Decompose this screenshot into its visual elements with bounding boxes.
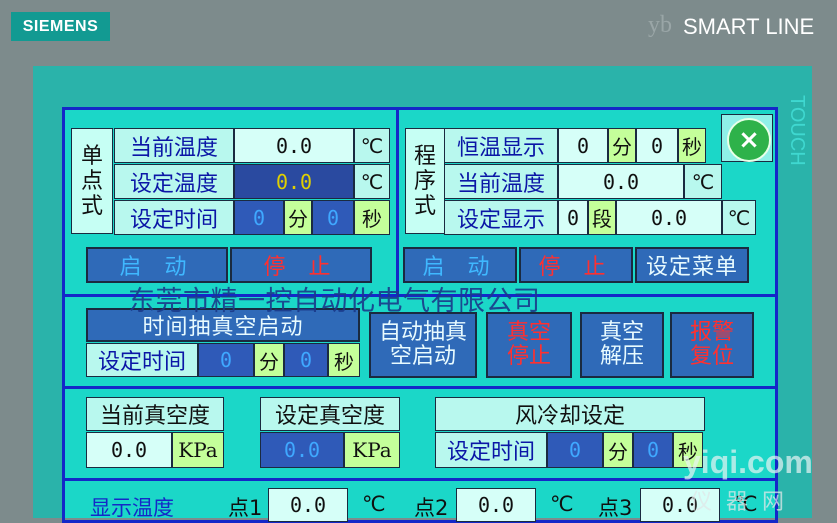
alarm-reset-button[interactable]: 报警 复位 (670, 312, 754, 378)
button-line: 真空 (599, 320, 644, 345)
segment-unit: 段 (588, 200, 616, 235)
second-unit: 秒 (354, 200, 390, 235)
settings-menu-button[interactable]: 设定菜单 (635, 247, 749, 283)
hold-min-value: 0 (558, 128, 608, 163)
vacuum-set-time-label: 设定时间 (86, 343, 198, 377)
set-temp-input[interactable]: 0.0 (234, 164, 354, 199)
smart-line-label: SMART LINE (683, 14, 815, 39)
point2-value: 0.0 (456, 488, 536, 522)
siemens-logo: SIEMENS (11, 12, 110, 41)
set-time-min-input[interactable]: 0 (234, 200, 284, 235)
hold-display-label: 恒温显示 (444, 128, 558, 163)
celsius-unit: ℃ (684, 164, 722, 199)
button-line: 空启动 (389, 344, 456, 369)
current-vacuum-label: 当前真空度 (86, 397, 224, 431)
button-line: 真空 (506, 320, 551, 345)
vacuum-sec-input[interactable]: 0 (284, 343, 328, 377)
program-current-temp-value: 0.0 (558, 164, 684, 199)
set-vacuum-input[interactable]: 0.0 (260, 432, 344, 468)
single-stop-button[interactable]: 停 止 (230, 247, 372, 283)
minute-unit: 分 (284, 200, 312, 235)
title-char: 点 (80, 168, 103, 194)
auto-vacuum-start-button[interactable]: 自动抽真 空启动 (369, 312, 477, 378)
celsius-unit: ℃ (362, 492, 386, 516)
single-mode-title: 单 点 式 (71, 128, 113, 234)
program-current-temp-label: 当前温度 (444, 164, 558, 199)
minute-unit: 分 (254, 343, 284, 377)
touch-label: TOUCH (786, 95, 808, 166)
set-vacuum-label: 设定真空度 (260, 397, 400, 431)
button-line: 解压 (599, 344, 644, 369)
celsius-unit: ℃ (354, 128, 390, 163)
watermark-site: yiqi.com (683, 444, 813, 480)
kpa-unit: KPa (172, 432, 224, 468)
button-line: 复位 (689, 344, 734, 369)
point1-value: 0.0 (268, 488, 348, 522)
corner-mark: yb (648, 12, 672, 38)
second-unit: 秒 (678, 128, 706, 163)
set-time-label: 设定时间 (114, 200, 234, 235)
hold-sec-value: 0 (636, 128, 678, 163)
air-cool-title: 风冷却设定 (435, 397, 705, 431)
single-start-button[interactable]: 启 动 (86, 247, 228, 283)
kpa-unit: KPa (344, 432, 400, 468)
title-char: 序 (413, 168, 436, 194)
minute-unit: 分 (608, 128, 636, 163)
button-line: 报警 (689, 320, 734, 345)
vacuum-min-input[interactable]: 0 (198, 343, 254, 377)
celsius-unit: ℃ (550, 492, 574, 516)
current-vacuum-value: 0.0 (86, 432, 172, 468)
program-start-button[interactable]: 启 动 (403, 247, 517, 283)
close-icon: × (727, 118, 771, 162)
minute-unit: 分 (603, 432, 633, 468)
vacuum-release-button[interactable]: 真空 解压 (580, 312, 664, 378)
current-temp-value: 0.0 (234, 128, 354, 163)
current-temp-label: 当前温度 (114, 128, 234, 163)
program-set-temp-value: 0.0 (616, 200, 722, 235)
second-unit: 秒 (328, 343, 360, 377)
button-line: 自动抽真 (378, 320, 467, 345)
program-stop-button[interactable]: 停 止 (519, 247, 633, 283)
title-char: 程 (413, 143, 436, 169)
close-button[interactable]: × (721, 114, 773, 162)
title-char: 式 (80, 193, 103, 219)
company-overlay-text: 东莞市精一控自动化电气有限公司 (128, 286, 541, 317)
air-cool-set-time-label: 设定时间 (435, 432, 547, 468)
title-char: 单 (80, 143, 103, 169)
title-char: 式 (413, 193, 436, 219)
set-display-label: 设定显示 (444, 200, 558, 235)
celsius-unit: ℃ (354, 164, 390, 199)
button-line: 停止 (506, 344, 551, 369)
celsius-unit: ℃ (722, 200, 756, 235)
watermark-sub: 仪器网 (690, 490, 799, 515)
set-time-sec-input[interactable]: 0 (312, 200, 354, 235)
program-mode-title: 程 序 式 (405, 128, 445, 234)
divider (62, 236, 778, 237)
air-cool-min-input[interactable]: 0 (547, 432, 603, 468)
segment-value: 0 (558, 200, 588, 235)
air-cool-sec-input[interactable]: 0 (633, 432, 673, 468)
vacuum-stop-button[interactable]: 真空 停止 (486, 312, 572, 378)
set-temp-label: 设定温度 (114, 164, 234, 199)
